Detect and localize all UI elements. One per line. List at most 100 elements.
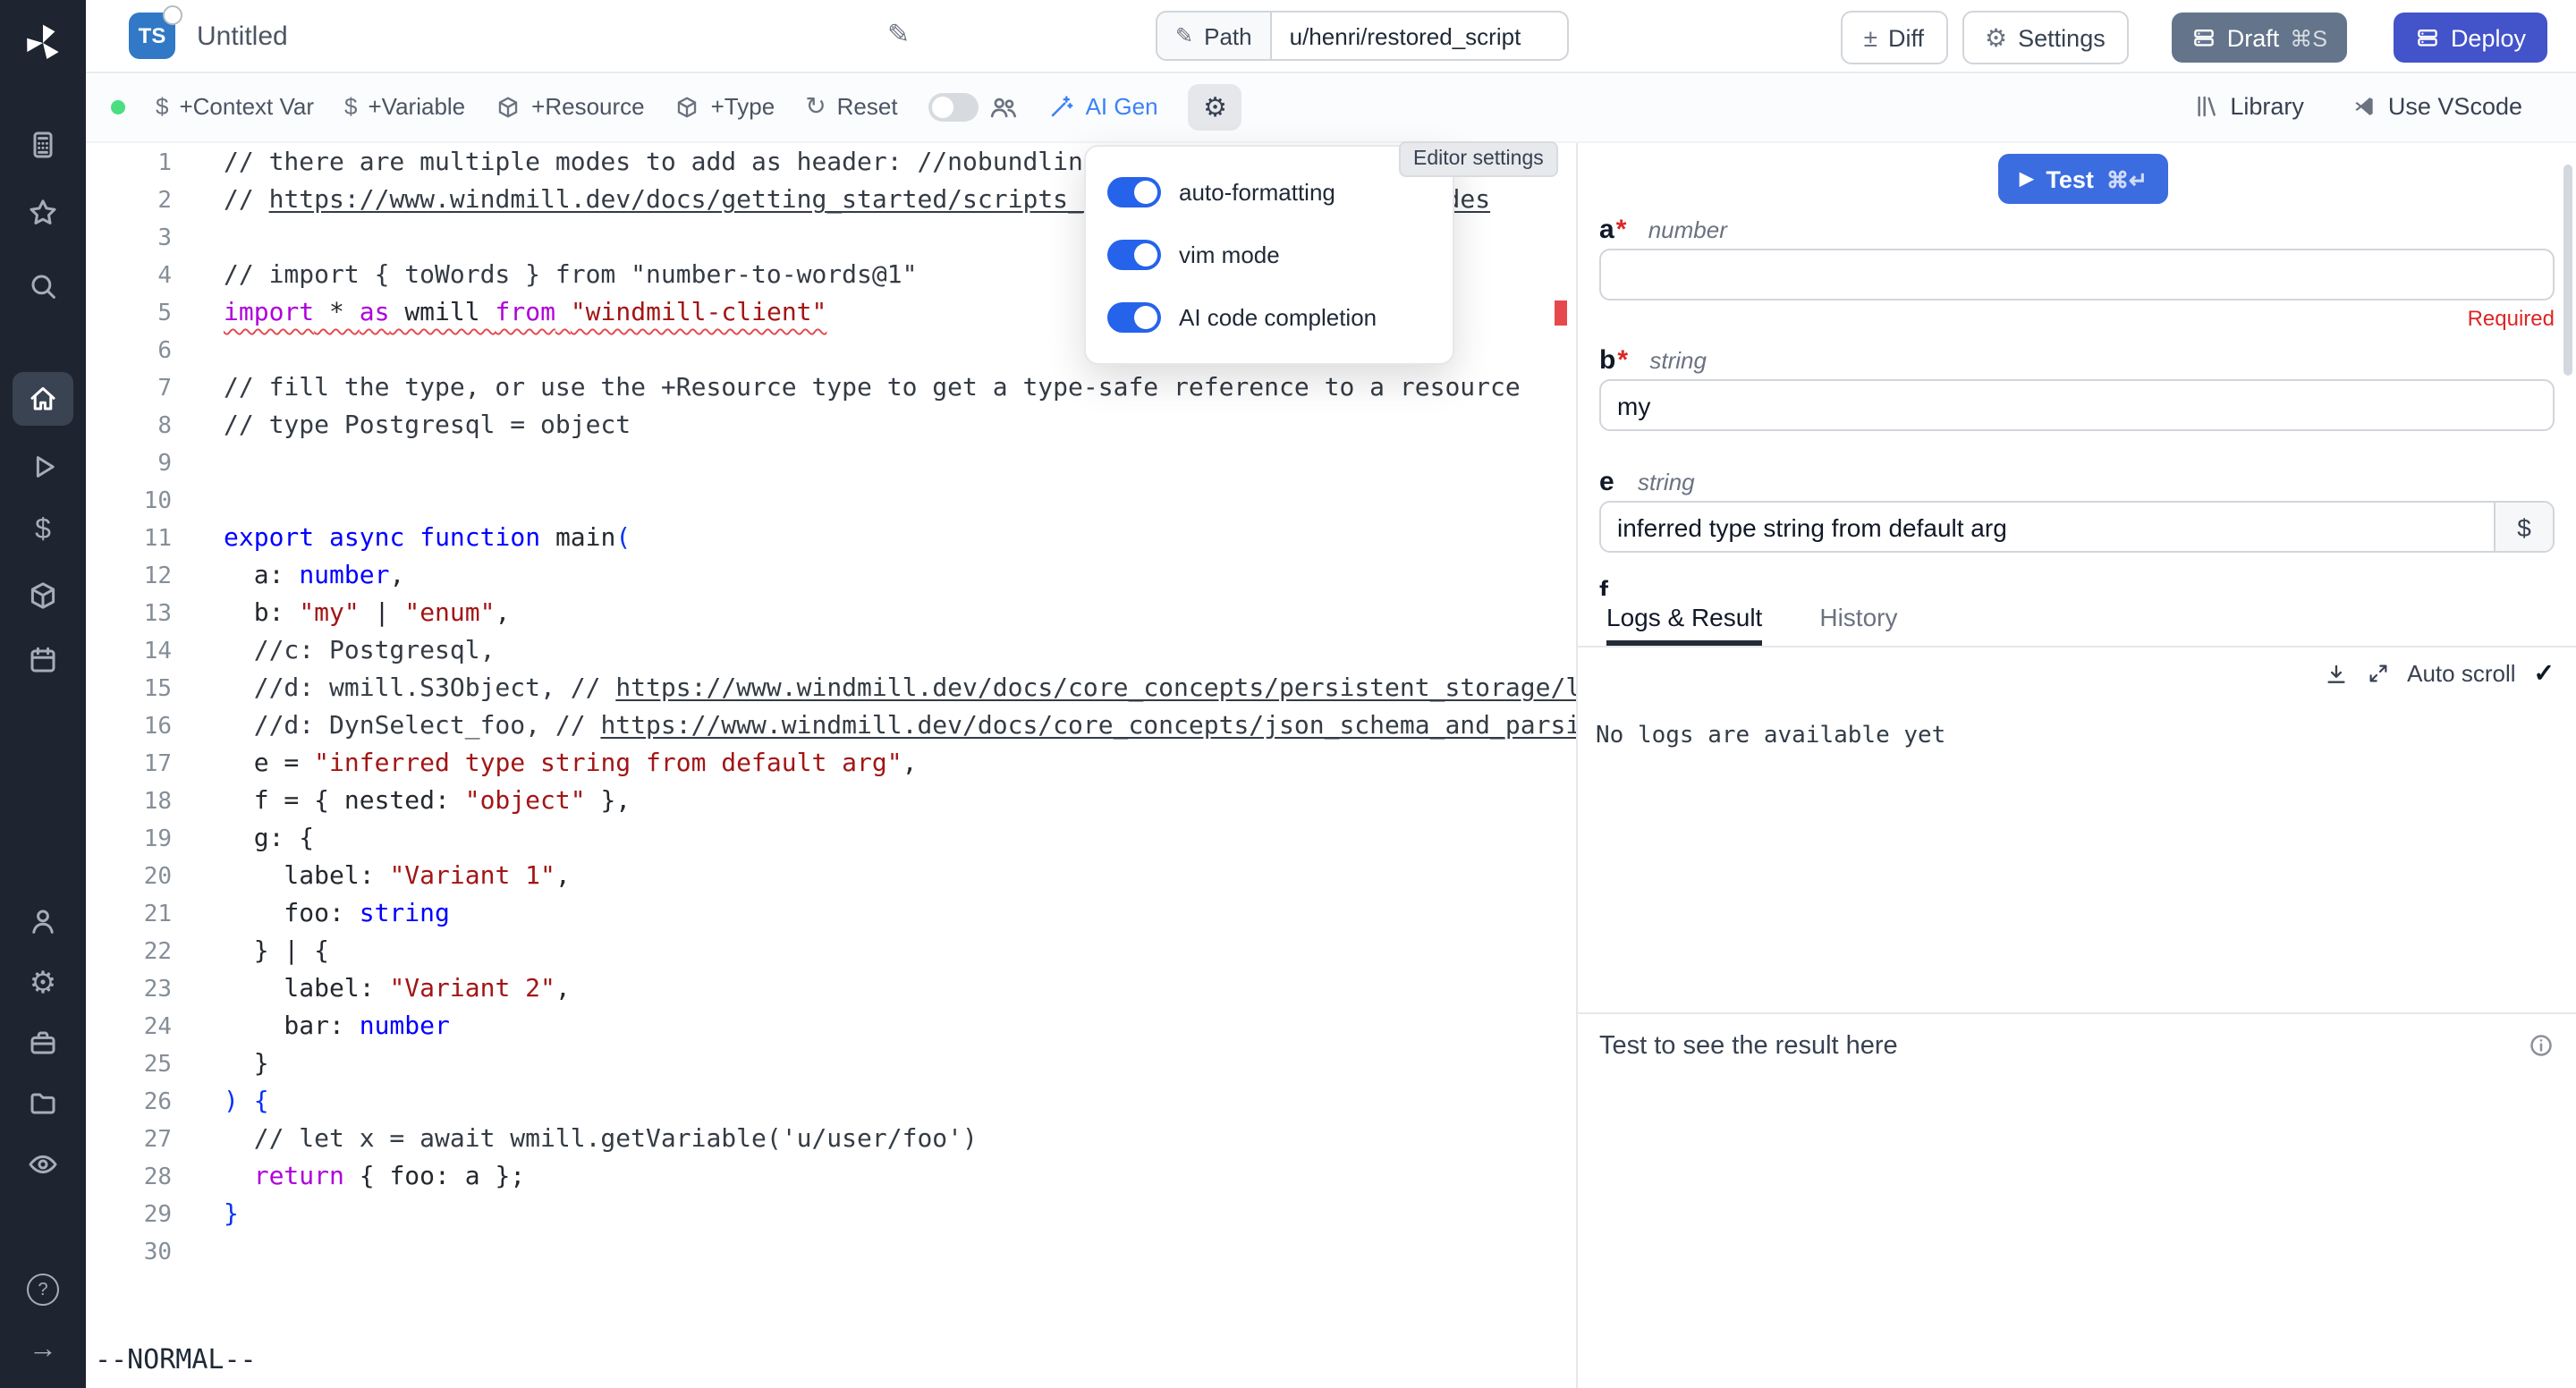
code-line[interactable]: b: "my" | "enum", bbox=[224, 596, 1578, 633]
use-vscode-button[interactable]: Use VScode bbox=[2351, 93, 2522, 120]
code-token: // type Postgresql = object bbox=[224, 411, 631, 440]
sidebar-item-folders[interactable] bbox=[13, 1077, 73, 1130]
logs-result-divider[interactable] bbox=[1578, 1012, 2576, 1014]
code-token: } bbox=[224, 1050, 269, 1079]
code-line[interactable]: export async function main( bbox=[224, 520, 1578, 558]
code-line[interactable]: e = "inferred type string from default a… bbox=[224, 746, 1578, 783]
code-line[interactable]: } bbox=[224, 1197, 1578, 1234]
code-line[interactable]: label: "Variant 1", bbox=[224, 859, 1578, 896]
code-line[interactable]: label: "Variant 2", bbox=[224, 971, 1578, 1009]
auto-formatting-toggle[interactable] bbox=[1107, 177, 1161, 207]
sidebar-item-apps[interactable] bbox=[13, 118, 73, 172]
add-context-var-button[interactable]: $ +Context Var bbox=[156, 93, 314, 120]
ai-code-completion-toggle[interactable] bbox=[1107, 302, 1161, 333]
path-control: ✎ Path bbox=[1156, 11, 1569, 61]
line-number: 21 bbox=[86, 896, 172, 934]
refresh-icon: ↻ bbox=[805, 91, 826, 122]
code-line[interactable]: //d: wmill.S3Object, // https://www.wind… bbox=[224, 671, 1578, 708]
path-input[interactable] bbox=[1272, 11, 1569, 61]
editor-settings-button[interactable]: ⚙ bbox=[1189, 83, 1242, 130]
path-edit-button[interactable]: ✎ Path bbox=[1156, 11, 1272, 61]
code-line[interactable]: ) { bbox=[224, 1084, 1578, 1121]
code-line[interactable] bbox=[224, 483, 1578, 520]
field-input-e[interactable] bbox=[1601, 503, 2494, 551]
code-line[interactable] bbox=[224, 1234, 1578, 1272]
windmill-logo[interactable] bbox=[13, 16, 73, 70]
code-token: //c: Postgresql, bbox=[224, 637, 495, 665]
scrollbar-thumb[interactable] bbox=[2563, 165, 2572, 376]
code-line[interactable]: // type Postgresql = object bbox=[224, 408, 1578, 445]
code-token: async bbox=[329, 524, 404, 553]
tab-history[interactable]: History bbox=[1819, 603, 1897, 646]
code-line[interactable] bbox=[224, 445, 1578, 483]
code-token: as bbox=[360, 299, 390, 327]
windmill-logo-icon bbox=[20, 20, 66, 66]
field-name: b bbox=[1599, 345, 1615, 376]
code-token: b: bbox=[224, 599, 299, 628]
code-line[interactable]: //c: Postgresql, bbox=[224, 633, 1578, 671]
ai-gen-label: AI Gen bbox=[1086, 93, 1158, 120]
add-resource-button[interactable]: +Resource bbox=[496, 93, 644, 120]
code-token: import bbox=[224, 299, 314, 327]
code-line[interactable]: foo: string bbox=[224, 896, 1578, 934]
vim-status: --NORMAL-- bbox=[95, 1343, 257, 1375]
vim-mode-toggle[interactable] bbox=[1107, 240, 1161, 270]
code-line[interactable]: // fill the type, or use the +Resource t… bbox=[224, 370, 1578, 408]
reset-button[interactable]: ↻ Reset bbox=[805, 91, 897, 122]
field-input-a[interactable] bbox=[1599, 249, 2555, 300]
settings-button[interactable]: ⚙ Settings bbox=[1962, 11, 2129, 64]
deploy-button[interactable]: Deploy bbox=[2394, 13, 2547, 63]
code-line[interactable]: a: number, bbox=[224, 558, 1578, 596]
test-button[interactable]: ▶ Test ⌘↵ bbox=[1998, 154, 2169, 204]
sidebar-item-settings[interactable]: ⚙ bbox=[13, 955, 73, 1009]
download-icon[interactable] bbox=[2323, 661, 2348, 686]
expand-icon[interactable] bbox=[2366, 662, 2389, 685]
sidebar-item-home[interactable] bbox=[13, 372, 73, 426]
sidebar-item-audit-logs[interactable] bbox=[13, 1138, 73, 1191]
add-variable-button[interactable]: $ +Variable bbox=[344, 93, 465, 120]
sidebar-collapse-button[interactable]: → bbox=[13, 1324, 73, 1377]
deploy-icon bbox=[2415, 25, 2440, 50]
library-button[interactable]: Library bbox=[2192, 93, 2304, 120]
code-line[interactable]: return { foo: a }; bbox=[224, 1159, 1578, 1197]
sidebar-item-runs[interactable] bbox=[13, 440, 73, 494]
line-number: 5 bbox=[86, 295, 172, 333]
sidebar-item-schedules[interactable] bbox=[13, 633, 73, 687]
panel-divider[interactable] bbox=[1576, 143, 1578, 1388]
sidebar-item-workers[interactable] bbox=[13, 1016, 73, 1070]
sidebar-item-users[interactable] bbox=[13, 894, 73, 948]
code-line[interactable]: f = { nested: "object" }, bbox=[224, 783, 1578, 821]
code-token: // fill the type, or use the +Resource t… bbox=[224, 374, 1521, 402]
auto-scroll-checkbox[interactable]: ✓ bbox=[2534, 658, 2555, 689]
use-vscode-label: Use VScode bbox=[2388, 93, 2522, 120]
code-line[interactable]: g: { bbox=[224, 821, 1578, 859]
code-line[interactable]: bar: number bbox=[224, 1009, 1578, 1046]
sidebar-item-search[interactable] bbox=[13, 259, 73, 313]
sidebar-item-variables[interactable]: $ bbox=[13, 504, 73, 558]
arrow-right-icon: → bbox=[29, 1336, 57, 1365]
tab-logs-result[interactable]: Logs & Result bbox=[1606, 603, 1762, 646]
edit-summary-icon[interactable]: ✎ bbox=[887, 18, 910, 50]
code-line[interactable]: } bbox=[224, 1046, 1578, 1084]
sidebar-item-favorites[interactable] bbox=[13, 186, 73, 240]
multiplayer-toggle[interactable] bbox=[928, 92, 979, 121]
info-icon[interactable] bbox=[2528, 1032, 2555, 1059]
sidebar-item-help[interactable]: ? bbox=[13, 1263, 73, 1316]
code-line[interactable]: //d: DynSelect_foo, // https://www.windm… bbox=[224, 708, 1578, 746]
variable-picker-button[interactable]: $ bbox=[2494, 503, 2553, 551]
code-line[interactable]: } | { bbox=[224, 934, 1578, 971]
magic-wand-icon bbox=[1048, 93, 1075, 120]
field-input-b[interactable] bbox=[1599, 379, 2555, 431]
gear-icon: ⚙ bbox=[1203, 90, 1227, 123]
ai-gen-button[interactable]: AI Gen bbox=[1048, 93, 1158, 120]
diff-button[interactable]: ± Diff bbox=[1841, 11, 1947, 64]
add-type-button[interactable]: +Type bbox=[675, 93, 775, 120]
sidebar-item-resources[interactable] bbox=[13, 569, 73, 622]
code-line[interactable]: // let x = await wmill.getVariable('u/us… bbox=[224, 1121, 1578, 1159]
toggle-knob bbox=[932, 96, 953, 117]
line-number: 17 bbox=[86, 746, 172, 783]
code-token: { foo: a }; bbox=[344, 1163, 525, 1191]
code-token: , bbox=[902, 749, 918, 778]
sidebar: $ ⚙ bbox=[0, 0, 86, 1388]
draft-button[interactable]: Draft ⌘S bbox=[2172, 13, 2347, 63]
